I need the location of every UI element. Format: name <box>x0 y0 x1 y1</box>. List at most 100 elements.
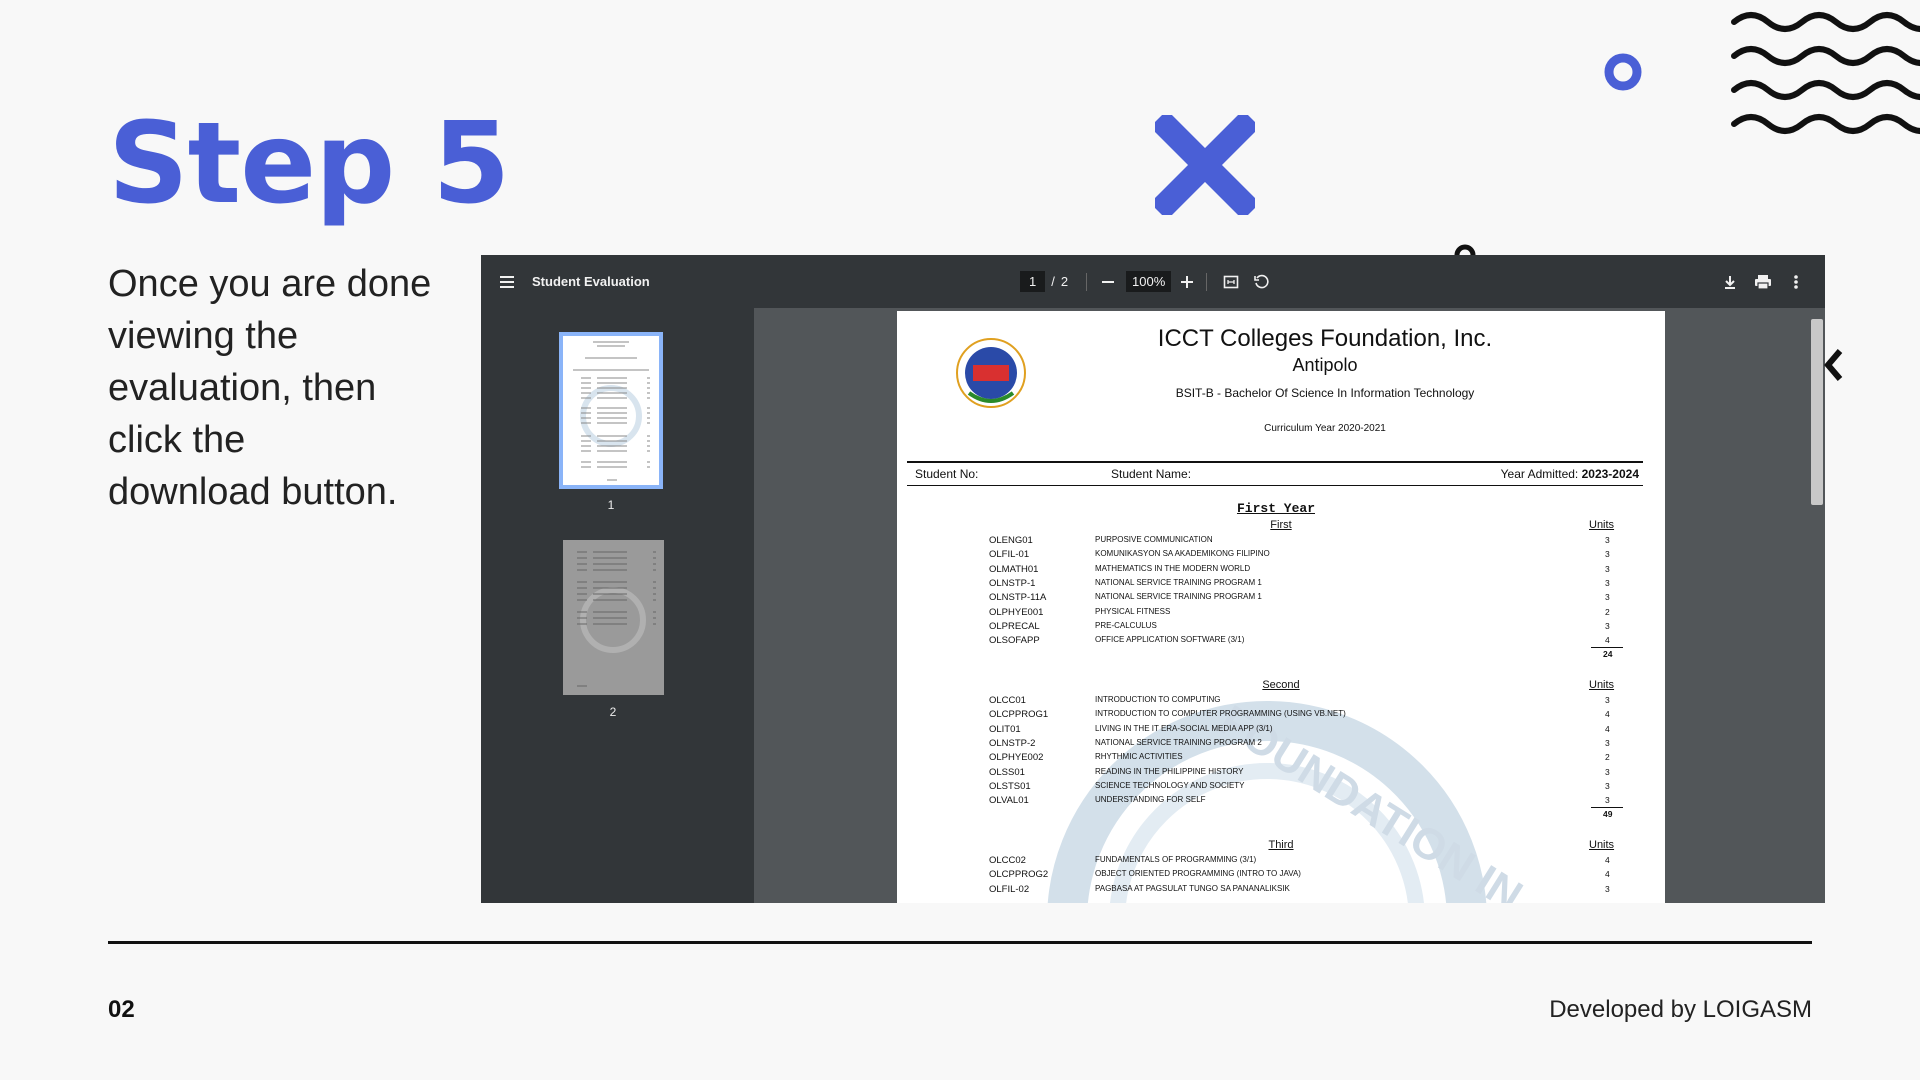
thumbnail-sidebar: 1 2 <box>481 308 754 903</box>
course-code: OLCPPROG2 <box>989 869 1049 881</box>
course-code: OLSTS01 <box>989 780 1031 792</box>
x-decoration <box>1155 115 1255 215</box>
units-header: Units <box>1589 679 1615 691</box>
download-icon[interactable] <box>1718 255 1742 308</box>
course-title: PURPOSIVE COMMUNICATION <box>1095 535 1213 544</box>
thumbnail-page-1[interactable] <box>559 332 663 489</box>
description-line: evaluation, then <box>108 367 377 409</box>
header-divider <box>907 461 1643 463</box>
course-title: NATIONAL SERVICE TRAINING PROGRAM 1 <box>1095 577 1262 587</box>
course-title: MATHEMATICS IN THE MODERN WORLD <box>1095 563 1251 573</box>
slide-description: Once you are done viewing the evaluation… <box>108 258 468 518</box>
description-line: Once you are done <box>108 263 432 305</box>
fit-page-icon[interactable] <box>1220 255 1242 308</box>
header-divider <box>907 485 1643 486</box>
year-admitted-label: Year Admitted: <box>1500 467 1579 481</box>
curriculum-year: Curriculum Year 2020-2021 <box>1264 423 1386 434</box>
page-separator: / <box>1051 274 1055 289</box>
zoom-in-icon[interactable] <box>1176 255 1198 308</box>
course-code: OLNSTP-2 <box>989 737 1036 749</box>
term-total: 24 <box>1603 649 1613 660</box>
rotate-icon[interactable] <box>1250 255 1272 308</box>
course-title: INTRODUCTION TO COMPUTER PROGRAMMING (US… <box>1095 709 1346 719</box>
course-units: 3 <box>1605 780 1610 791</box>
ring-decoration <box>1604 53 1642 91</box>
document-page: FOUNDATION IN ICCT Colleges Foundation, … <box>897 311 1665 903</box>
course-code: OLSOFAPP <box>989 635 1040 647</box>
course-units: 3 <box>1605 883 1610 894</box>
student-name-label: Student Name: <box>1111 467 1192 481</box>
menu-icon[interactable] <box>495 255 519 308</box>
course-code: OLCPPROG1 <box>989 709 1049 721</box>
zoom-level[interactable]: 100% <box>1126 255 1172 308</box>
course-title: KOMUNIKASYON SA AKADEMIKONG FILIPINO <box>1095 549 1270 559</box>
course-title: UNDERSTANDING FOR SELF <box>1095 795 1206 805</box>
course-code: OLENG01 <box>989 535 1033 546</box>
student-no-label: Student No: <box>915 467 979 481</box>
course-units: 3 <box>1605 535 1610 545</box>
page-number-input[interactable]: 1 <box>1020 271 1046 292</box>
course-units: 3 <box>1605 737 1610 748</box>
campus-name: Antipolo <box>1292 355 1358 375</box>
zoom-input[interactable]: 100% <box>1126 271 1172 292</box>
footer-divider <box>108 941 1812 944</box>
course-code: OLNSTP-1 <box>989 577 1036 589</box>
course-title: FUNDAMENTALS OF PROGRAMMING (3/1) <box>1095 855 1257 864</box>
course-title: PAGBASA AT PAGSULAT TUNGO SA PANANALIKSI… <box>1095 883 1290 893</box>
course-units: 3 <box>1605 549 1610 560</box>
course-code: OLSS01 <box>989 766 1025 778</box>
course-title: NATIONAL SERVICE TRAINING PROGRAM 2 <box>1095 737 1262 747</box>
slide-credit: Developed by LOIGASM <box>1549 996 1812 1023</box>
year-admitted-value: 2023-2024 <box>1581 467 1639 481</box>
viewer-toolbar: Student Evaluation 1 / 2 100% <box>481 255 1825 308</box>
course-code: OLPRECAL <box>989 620 1040 632</box>
thumbnail-label: 1 <box>607 498 615 512</box>
term-heading: Third <box>1268 839 1294 851</box>
course-units: 3 <box>1605 695 1610 705</box>
course-title: OFFICE APPLICATION SOFTWARE (3/1) <box>1095 635 1245 645</box>
course-title: INTRODUCTION TO COMPUTING <box>1095 695 1221 704</box>
slide-title: Step 5 <box>108 99 510 229</box>
course-title: OBJECT ORIENTED PROGRAMMING (INTRO TO JA… <box>1095 869 1301 879</box>
course-units: 3 <box>1605 592 1610 603</box>
units-header: Units <box>1589 839 1615 851</box>
course-code: OLCC02 <box>989 855 1026 866</box>
course-code: OLCC01 <box>989 695 1026 706</box>
slide-page-number: 02 <box>108 996 135 1023</box>
course-title: PRE-CALCULUS <box>1095 620 1157 630</box>
course-units: 3 <box>1605 766 1610 777</box>
term-heading: First <box>1270 519 1292 531</box>
year-heading: First Year <box>1236 501 1315 516</box>
term-heading: Second <box>1262 679 1300 691</box>
course-units: 2 <box>1605 606 1610 617</box>
chevron-left-icon <box>1824 349 1843 381</box>
course-units: 2 <box>1605 752 1610 763</box>
institution-name: ICCT Colleges Foundation, Inc. <box>1157 325 1493 352</box>
course-units: 3 <box>1605 620 1610 631</box>
course-code: OLFIL-01 <box>989 549 1030 561</box>
total-pages: 2 <box>1060 274 1069 289</box>
thumbnail-page-2[interactable] <box>563 540 664 695</box>
units-header: Units <box>1589 519 1615 531</box>
document-title: Student Evaluation <box>532 274 650 289</box>
course-code: OLPHYE002 <box>989 752 1044 764</box>
description-line: viewing the <box>108 315 299 357</box>
course-code: OLMATH01 <box>989 563 1039 575</box>
page-navigation: 1 / 2 <box>1020 255 1068 308</box>
course-units: 3 <box>1605 577 1610 588</box>
course-code: OLNSTP-11A <box>989 592 1047 604</box>
description-line: download button. <box>108 471 398 513</box>
course-title: READING IN THE PHILIPPINE HISTORY <box>1095 766 1244 776</box>
term-total: 49 <box>1603 809 1613 820</box>
more-icon[interactable] <box>1786 255 1806 308</box>
year-admitted: Year Admitted: 2023-2024 <box>1501 467 1639 481</box>
zoom-out-icon[interactable] <box>1097 255 1119 308</box>
course-units: 3 <box>1605 795 1610 806</box>
pdf-viewer: Student Evaluation 1 / 2 100% 1 2 FOUNDA… <box>481 255 1825 903</box>
description-line: click the <box>108 419 246 461</box>
course-code: OLIT01 <box>989 723 1021 735</box>
course-title: NATIONAL SERVICE TRAINING PROGRAM 1 <box>1095 592 1262 602</box>
print-icon[interactable] <box>1751 255 1775 308</box>
course-code: OLFIL-02 <box>989 883 1030 895</box>
course-title: SCIENCE TECHNOLOGY AND SOCIETY <box>1095 780 1245 790</box>
